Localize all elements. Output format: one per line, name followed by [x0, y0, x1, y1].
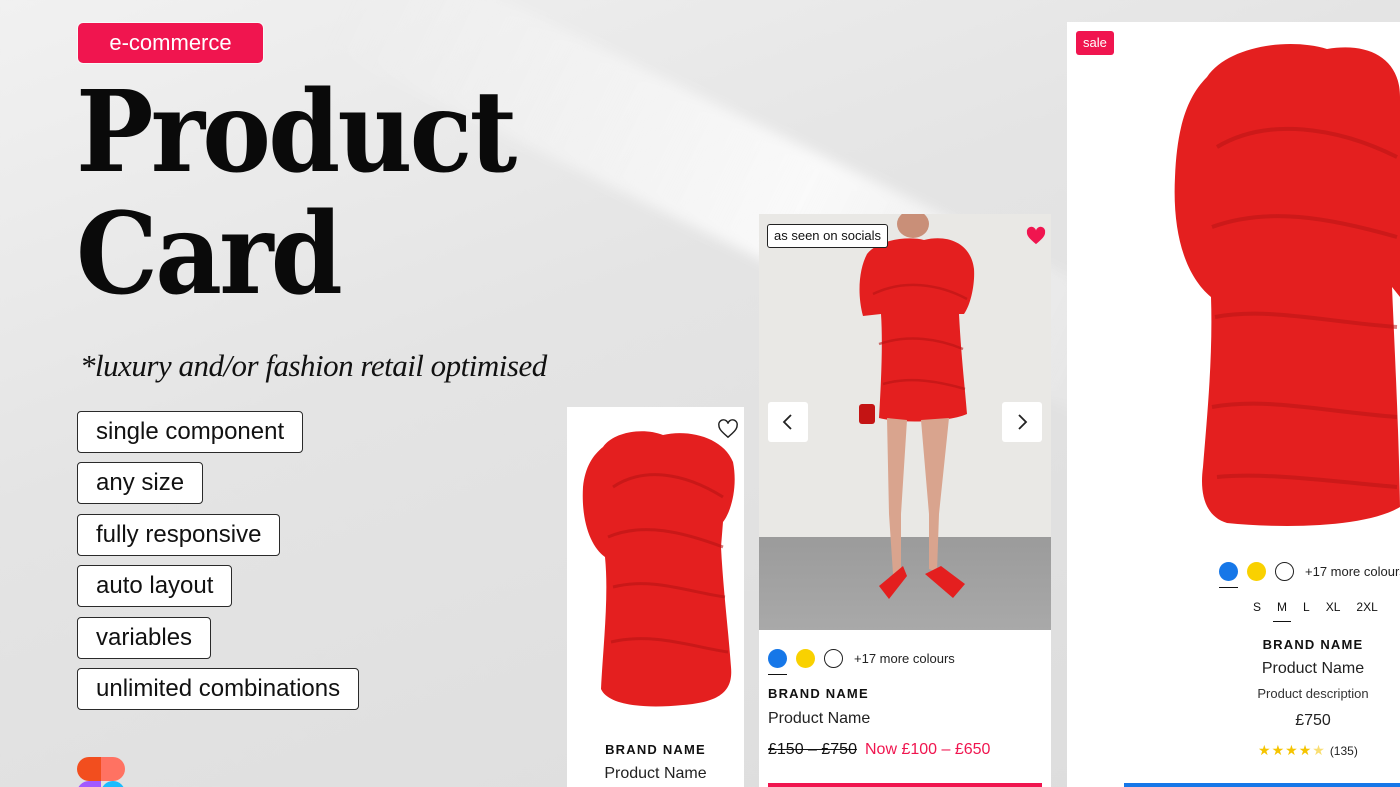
feature-chip: single component — [77, 411, 304, 453]
chevron-left-icon — [782, 414, 792, 430]
add-to-bag-button[interactable] — [768, 783, 1042, 787]
figma-logo-icon — [77, 757, 125, 787]
swatch-blue[interactable] — [1219, 562, 1238, 588]
page-subtitle: *luxury and/or fashion retail optimised — [80, 348, 547, 383]
product-name[interactable]: Product Name — [567, 765, 744, 783]
star-icon: ★ — [1298, 742, 1312, 758]
size-option[interactable]: XL — [1326, 600, 1341, 614]
review-count[interactable]: (135) — [1330, 744, 1358, 758]
product-card-medium[interactable]: as seen on socials +17 more colours BRAN… — [759, 214, 1051, 787]
feature-chip: any size — [77, 462, 204, 504]
star-icon: ★ — [1258, 742, 1271, 758]
size-option[interactable]: S — [1253, 600, 1261, 614]
price-was: £150 – £750 — [768, 741, 857, 758]
product-card-small[interactable]: BRAND NAME Product Name — [567, 407, 744, 787]
feature-chip: auto layout — [77, 565, 233, 607]
chevron-right-icon — [1018, 414, 1028, 430]
prev-image-button[interactable] — [768, 402, 808, 442]
category-tag: e-commerce — [78, 23, 263, 63]
price: £750 — [1295, 712, 1331, 729]
socials-badge: as seen on socials — [767, 224, 888, 248]
star-icon: ★ — [1285, 742, 1298, 758]
title-line-1: Product — [76, 67, 517, 198]
feature-chip: unlimited combinations — [77, 668, 360, 710]
swatch-white[interactable] — [1275, 562, 1294, 581]
brand-name: BRAND NAME — [605, 742, 706, 757]
swatch-blue[interactable] — [768, 649, 787, 675]
heart-outline-icon[interactable] — [717, 419, 739, 439]
colour-swatches: +17 more colours — [1219, 562, 1400, 588]
colour-swatches: +17 more colours — [768, 649, 955, 675]
next-image-button[interactable] — [1002, 402, 1042, 442]
size-selector: S M L XL 2XL — [1253, 600, 1394, 622]
product-description: Product description — [1257, 686, 1369, 701]
rating: ★ ★ ★ ★ ★ (135) — [1258, 742, 1358, 759]
feature-chip: fully responsive — [77, 514, 281, 556]
brand-name: BRAND NAME — [1262, 637, 1364, 652]
size-option[interactable]: L — [1303, 600, 1310, 614]
brand-name: BRAND NAME — [768, 686, 869, 701]
feature-chip: variables — [77, 617, 212, 659]
sale-badge: sale — [1076, 31, 1114, 55]
price: £150 – £750 Now £100 – £650 — [768, 741, 990, 759]
size-option[interactable]: 2XL — [1356, 600, 1377, 614]
price-now: Now £100 – £650 — [864, 741, 991, 758]
product-name[interactable]: Product Name — [768, 710, 870, 728]
swatch-yellow[interactable] — [796, 649, 815, 668]
product-image — [582, 431, 735, 707]
swatch-yellow[interactable] — [1247, 562, 1266, 581]
product-name[interactable]: Product Name — [1198, 660, 1400, 678]
more-colours-link[interactable]: +17 more colours — [1305, 564, 1400, 579]
product-image — [1174, 44, 1400, 526]
heart-filled-icon[interactable] — [1025, 226, 1047, 246]
more-colours-link[interactable]: +17 more colours — [854, 651, 955, 666]
add-to-bag-button[interactable] — [1124, 783, 1400, 787]
swatch-white[interactable] — [824, 649, 843, 668]
page-title: Product Card — [76, 67, 517, 320]
product-card-large[interactable]: sale +17 more colours S M L XL 2XL BRAND… — [1067, 22, 1400, 787]
star-icon: ★ — [1271, 742, 1285, 758]
title-line-2: Card — [76, 189, 343, 320]
size-option-selected[interactable]: M — [1273, 600, 1292, 622]
half-star-icon: ★ — [1312, 742, 1325, 758]
